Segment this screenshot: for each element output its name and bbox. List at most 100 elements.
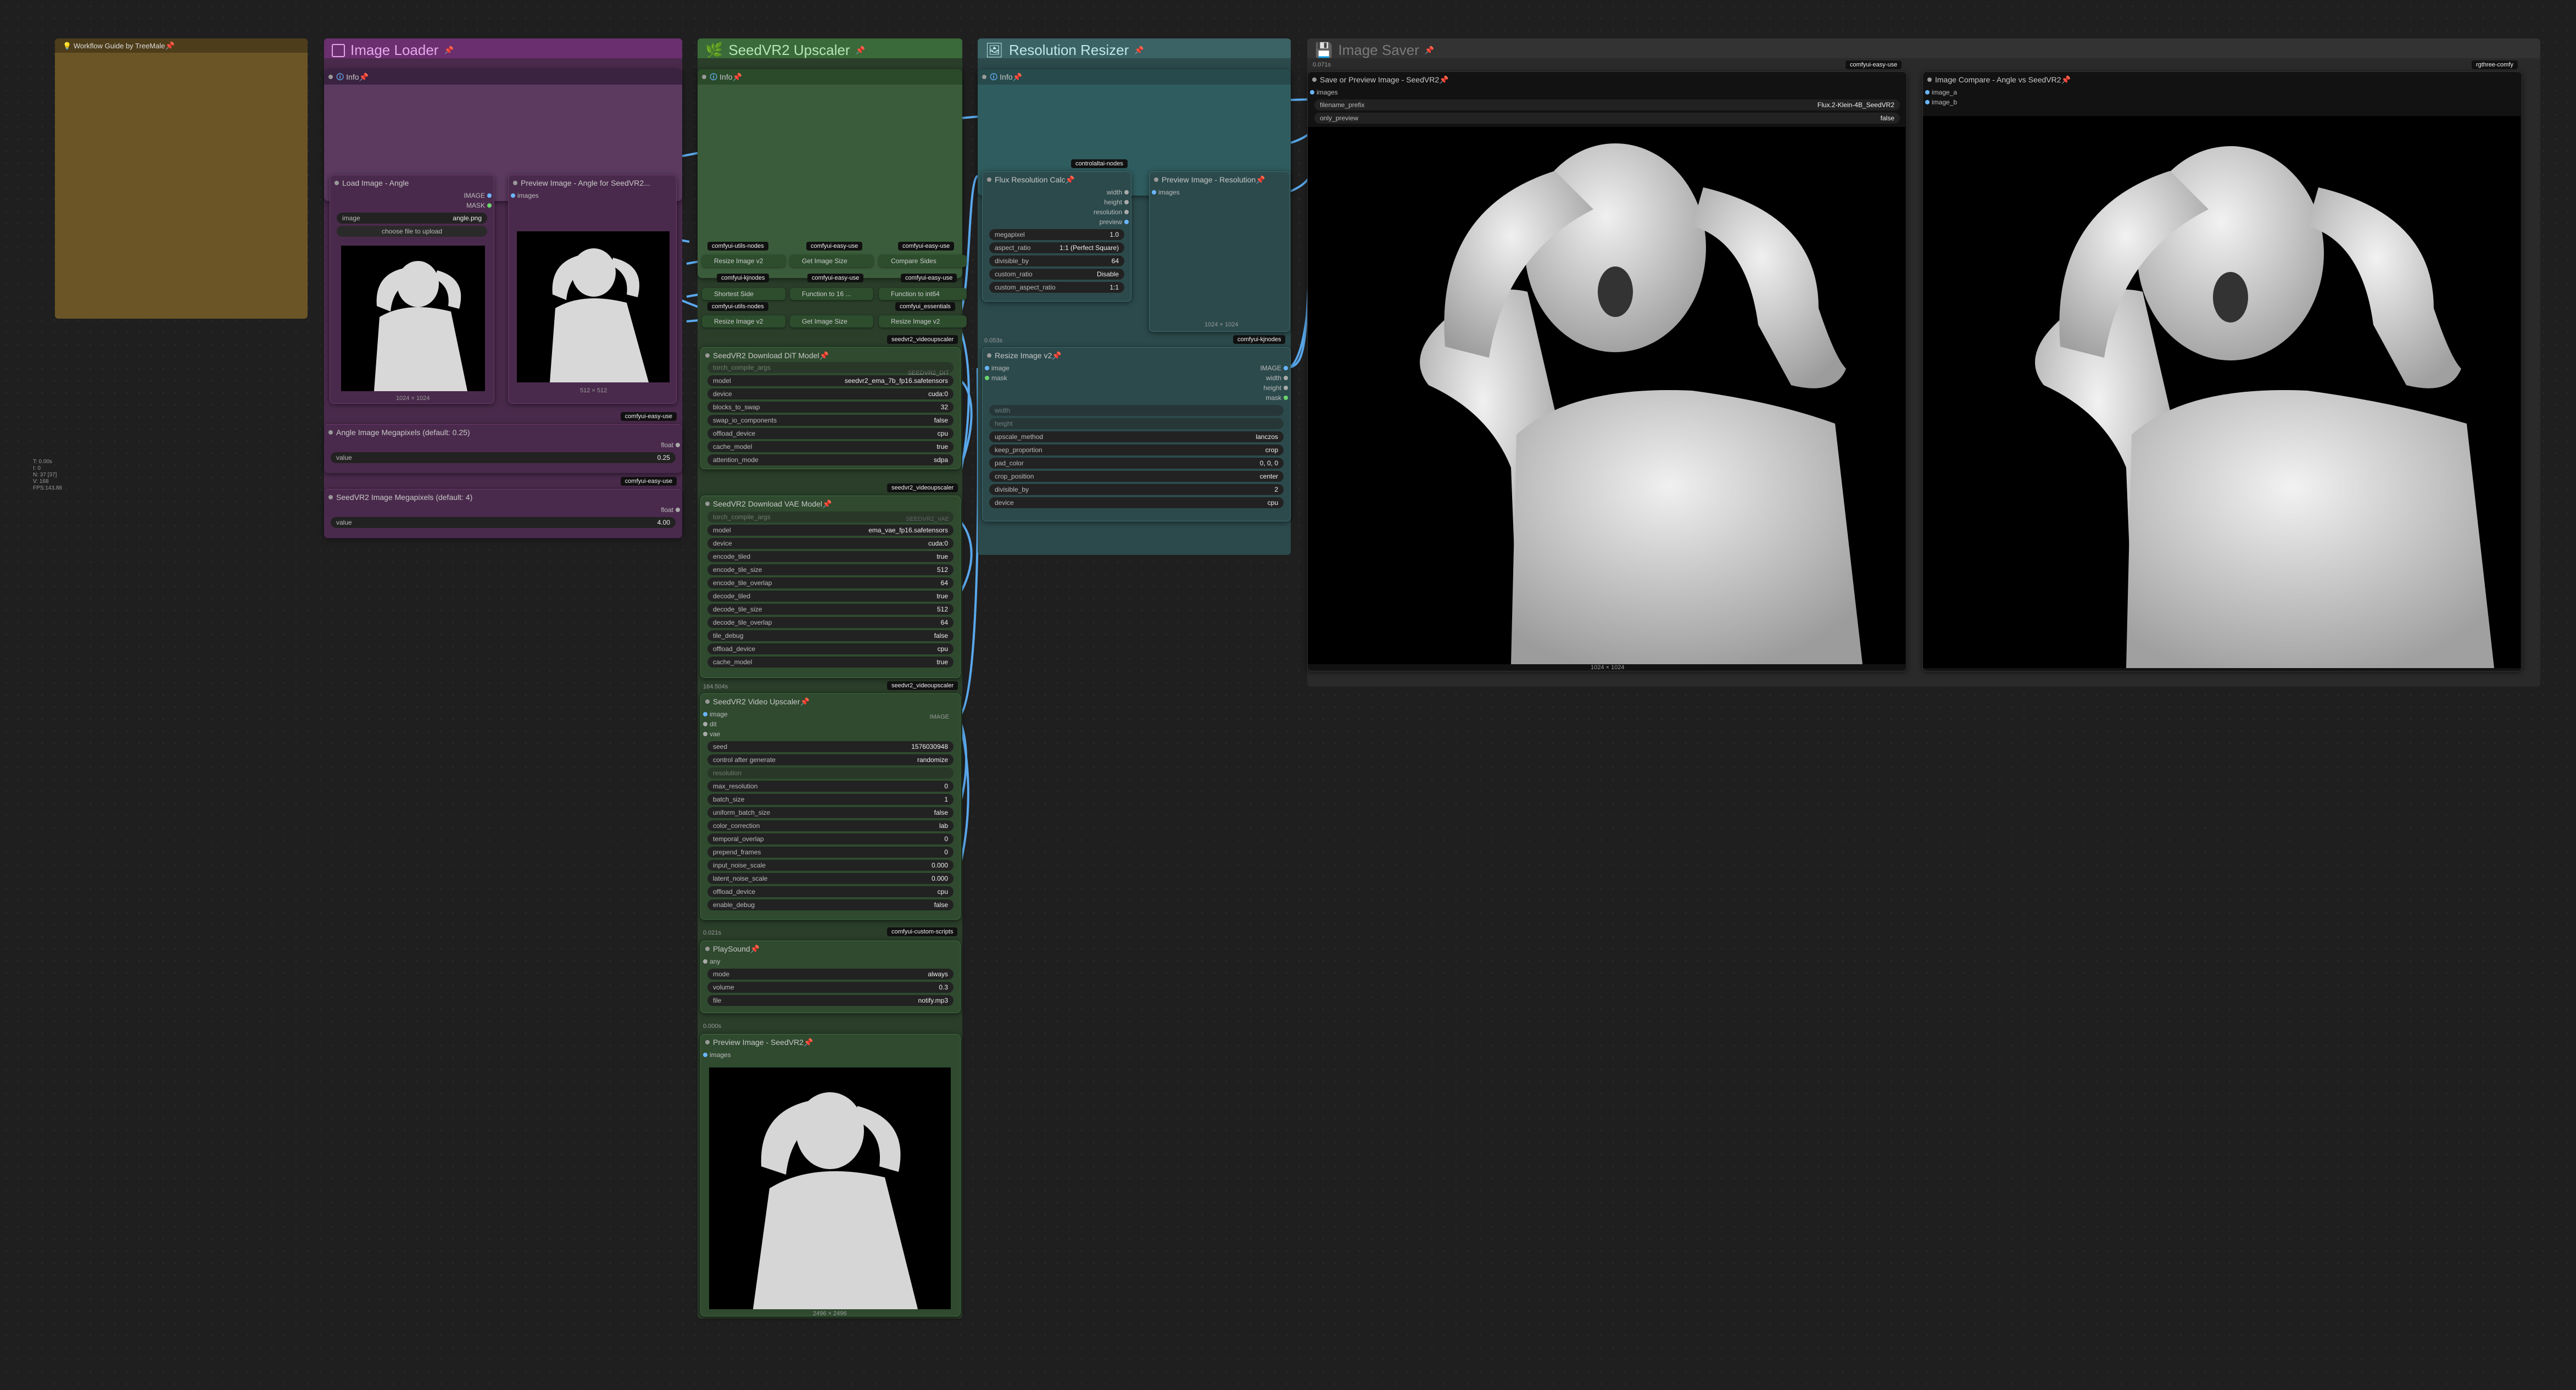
- output-image[interactable]: IMAGE: [330, 191, 494, 201]
- mini-resize-image-a[interactable]: Resize Image v2: [702, 255, 785, 267]
- output-mask[interactable]: MASK: [330, 201, 494, 210]
- seed-widget[interactable]: seed 1576030948: [707, 741, 954, 752]
- dit-model-node[interactable]: SeedVR2 Download DiT Model📌 SEEDVR2_DIT …: [700, 347, 961, 469]
- filename-prefix-widget[interactable]: filename_prefix Flux.2-Klein-4B_SeedVR2: [1314, 99, 1900, 110]
- max-resolution-widget[interactable]: max_resolution 0: [707, 781, 954, 792]
- divisible-by-widget[interactable]: divisible_by 64: [989, 255, 1124, 266]
- prepend-frames-widget[interactable]: prepend_frames 0: [707, 847, 954, 858]
- output-height[interactable]: height: [983, 197, 1131, 207]
- mini-get-image-size-b[interactable]: Get Image Size: [790, 315, 873, 327]
- input-images[interactable]: images: [1150, 187, 1290, 197]
- output-float[interactable]: float: [324, 440, 682, 450]
- mini-shortest-side[interactable]: Shortest Side: [702, 288, 785, 300]
- torch-compile-args-widget[interactable]: torch_compile_args: [707, 362, 954, 373]
- output-float[interactable]: float: [324, 505, 682, 515]
- encode-tiled-widget[interactable]: encode_tiled true: [707, 551, 954, 562]
- keep-proportion-widget[interactable]: keep_proportion crop: [989, 444, 1284, 455]
- output-width[interactable]: width: [1251, 373, 1290, 383]
- seedvr2-mp-value[interactable]: value 4.00: [331, 517, 676, 528]
- input-dit[interactable]: dit: [701, 719, 960, 729]
- temporal-overlap-widget[interactable]: temporal_overlap 0: [707, 833, 954, 844]
- cache-model-widget[interactable]: cache_model true: [707, 657, 954, 668]
- mini-compare-sides[interactable]: Compare Sides: [879, 255, 967, 267]
- input-images[interactable]: images: [701, 1050, 960, 1060]
- torch-compile-args-widget[interactable]: torch_compile_args: [707, 511, 954, 522]
- playsound-node[interactable]: PlaySound📌 any mode always volume 0.3 file no…: [700, 941, 961, 1013]
- only-preview-widget[interactable]: only_preview false: [1314, 113, 1900, 124]
- output-preview[interactable]: preview: [983, 217, 1131, 227]
- resize-image-v2-node[interactable]: Resize Image v2📌 image mask IMAGE width …: [982, 347, 1291, 521]
- encode-tile-size-widget[interactable]: encode_tile_size 512: [707, 564, 954, 575]
- mode-widget[interactable]: mode always: [707, 969, 954, 980]
- angle-mp-value[interactable]: value 0.25: [331, 452, 676, 463]
- load-image-node[interactable]: Load Image - Angle IMAGE MASK image angle…: [330, 175, 494, 404]
- input-mask[interactable]: mask: [983, 373, 1018, 383]
- decode-tile-size-widget[interactable]: decode_tile_size 512: [707, 604, 954, 615]
- mini-resize-image-b[interactable]: Resize Image v2: [702, 315, 785, 327]
- decode-tile-overlap-widget[interactable]: decode_tile_overlap 64: [707, 617, 954, 628]
- megapixel-widget[interactable]: megapixel 1.0: [989, 229, 1124, 240]
- output-height[interactable]: height: [1251, 383, 1290, 393]
- output-resolution[interactable]: resolution: [983, 207, 1131, 217]
- tile-debug-widget[interactable]: tile_debug false: [707, 630, 954, 641]
- divisible-by-widget[interactable]: divisible_by 2: [989, 484, 1284, 495]
- aspect-ratio-widget[interactable]: aspect_ratio 1:1 (Perfect Square): [989, 242, 1124, 253]
- device-widget[interactable]: device cpu: [989, 497, 1284, 508]
- video-upscaler-node[interactable]: SeedVR2 Video Upscaler📌 IMAGE image dit …: [700, 693, 961, 920]
- offload-device-widget[interactable]: offload_device cpu: [707, 428, 954, 439]
- cache-model-widget[interactable]: cache_model true: [707, 441, 954, 452]
- input-image-b[interactable]: image_b: [1923, 97, 2522, 107]
- color-correction-widget[interactable]: color_correction lab: [707, 820, 954, 831]
- offload-device-widget[interactable]: offload_device cpu: [707, 643, 954, 654]
- blocks-to-swap-widget[interactable]: blocks_to_swap 32: [707, 402, 954, 413]
- batch-size-widget[interactable]: batch_size 1: [707, 794, 954, 805]
- device-widget[interactable]: device cuda:0: [707, 388, 954, 399]
- model-widget[interactable]: model ema_vae_fp16.safetensors: [707, 525, 954, 536]
- crop-position-widget[interactable]: crop_position center: [989, 471, 1284, 482]
- input-image[interactable]: image: [983, 363, 1018, 373]
- output-mask[interactable]: mask: [1251, 393, 1290, 403]
- decode-tiled-widget[interactable]: decode_tiled true: [707, 591, 954, 602]
- mini-function-a[interactable]: Function to 16 ...: [790, 288, 873, 300]
- pad-color-widget[interactable]: pad_color 0, 0, 0: [989, 458, 1284, 469]
- upscale-method-widget[interactable]: upscale_method lanczos: [989, 431, 1284, 442]
- preview-resolution-node[interactable]: Preview Image - Resolution📌 images 1024 …: [1149, 171, 1290, 332]
- input-image-a[interactable]: image_a: [1923, 87, 2522, 97]
- latent-noise-scale-widget[interactable]: latent_noise_scale 0.000: [707, 873, 954, 884]
- compare-image[interactable]: [1923, 116, 2521, 668]
- file-widget[interactable]: file notify.mp3: [707, 995, 954, 1006]
- upload-button[interactable]: choose file to upload: [337, 226, 487, 237]
- image-select[interactable]: image angle.png: [337, 213, 487, 224]
- mini-resize-image-c[interactable]: Resize Image v2: [879, 315, 967, 327]
- offload-device-widget[interactable]: offload_device cpu: [707, 886, 954, 897]
- encode-tile-overlap-widget[interactable]: encode_tile_overlap 64: [707, 577, 954, 588]
- control-after-generate-widget[interactable]: control after generate randomize: [707, 754, 954, 765]
- flux-resolution-calc-node[interactable]: Flux Resolution Calc📌 width height resol…: [982, 171, 1131, 302]
- preview-angle-node[interactable]: Preview Image - Angle for SeedVR2... ima…: [508, 175, 677, 404]
- input-images[interactable]: images: [1308, 87, 1906, 97]
- attention-mode-widget[interactable]: attention_mode sdpa: [707, 454, 954, 465]
- vae-model-node[interactable]: SeedVR2 Download VAE Model📌 SEEDVR2_VAE …: [700, 496, 961, 678]
- input-images[interactable]: images: [509, 191, 676, 201]
- angle-megapixels-node[interactable]: Angle Image Megapixels (default: 0.25) f…: [324, 424, 682, 473]
- swap-io-components-widget[interactable]: swap_io_components false: [707, 415, 954, 426]
- seedvr2-megapixels-node[interactable]: SeedVR2 Image Megapixels (default: 4) fl…: [324, 489, 682, 538]
- resolution-widget[interactable]: resolution: [707, 768, 954, 779]
- input-vae[interactable]: vae: [701, 729, 960, 739]
- save-preview-node[interactable]: Save or Preview Image - SeedVR2📌 images …: [1307, 71, 1907, 671]
- height-widget[interactable]: height: [989, 418, 1284, 429]
- model-widget[interactable]: model seedvr2_ema_7b_fp16.safetensors: [707, 375, 954, 386]
- enable-debug-widget[interactable]: enable_debug false: [707, 899, 954, 910]
- custom-ratio-widget[interactable]: custom_ratio Disable: [989, 269, 1124, 280]
- preview-seedvr2-node[interactable]: Preview Image - SeedVR2📌 images: [700, 1034, 961, 1316]
- custom-aspect-ratio-widget[interactable]: custom_aspect_ratio 1:1: [989, 282, 1124, 293]
- image-compare-node[interactable]: Image Compare - Angle vs SeedVR2📌 image_…: [1922, 71, 2522, 671]
- input-image[interactable]: image: [701, 709, 960, 719]
- input-any[interactable]: any: [701, 957, 960, 966]
- group-image-loader[interactable]: Image Loader 📌 🛈 Info📌 Load Image - Angle…: [324, 38, 682, 538]
- uniform-batch-size-widget[interactable]: uniform_batch_size false: [707, 807, 954, 818]
- mini-function-b[interactable]: Function to int64: [879, 288, 967, 300]
- device-widget[interactable]: device cuda:0: [707, 538, 954, 549]
- workflow-guide-note[interactable]: 💡 Workflow Guide by TreeMale📌: [55, 38, 308, 319]
- width-widget[interactable]: width: [989, 405, 1284, 416]
